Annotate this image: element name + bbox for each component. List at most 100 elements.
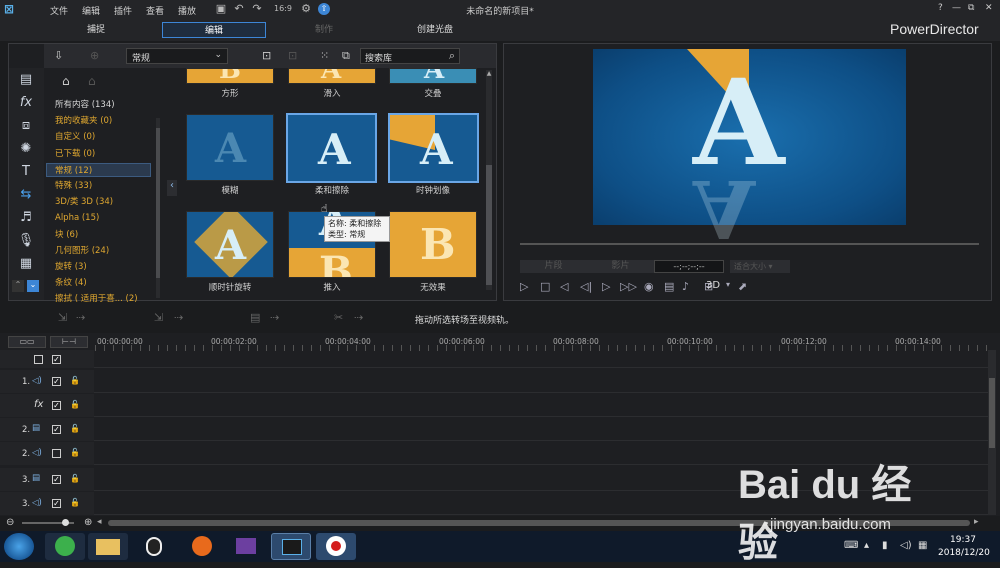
thumb-slide-in[interactable]: A bbox=[288, 68, 376, 84]
category-scrollbar[interactable] bbox=[156, 118, 160, 298]
prev-frame-icon[interactable]: ◁ bbox=[560, 280, 568, 293]
split-icon[interactable]: ✂ bbox=[334, 311, 343, 324]
particle-room-icon[interactable]: ✺ bbox=[17, 140, 35, 158]
thumb-soft-wipe[interactable]: A bbox=[286, 113, 377, 183]
thumb-no-effect[interactable]: B bbox=[389, 211, 477, 278]
category-item[interactable]: 常规 (12) bbox=[46, 162, 151, 177]
timeline-vscroll[interactable] bbox=[988, 350, 996, 515]
track-checkbox[interactable] bbox=[52, 449, 61, 458]
new-item-icon[interactable]: ⊡ bbox=[262, 49, 271, 62]
audio-mixing-icon[interactable]: ♬ bbox=[17, 209, 35, 227]
thumb-square[interactable]: B bbox=[186, 68, 274, 84]
tab-produce[interactable]: 制作 bbox=[280, 22, 368, 38]
thumb-clock-wipe[interactable]: A bbox=[388, 113, 479, 183]
lock-icon[interactable]: 🔓 bbox=[70, 498, 80, 507]
minimize-button[interactable]: — bbox=[952, 3, 961, 13]
save-icon[interactable]: ▣ bbox=[215, 3, 227, 15]
thumb-overlap[interactable]: A bbox=[389, 68, 477, 84]
remove-tag-icon[interactable]: ⌂ bbox=[88, 74, 96, 88]
enable-all-checkbox[interactable]: ✓ bbox=[52, 355, 61, 364]
start-button[interactable] bbox=[4, 533, 34, 560]
lock-icon[interactable]: 🔓 bbox=[70, 400, 80, 409]
trim-icon[interactable]: ⇢ bbox=[354, 311, 363, 324]
track-checkbox[interactable]: ✓ bbox=[52, 425, 61, 434]
category-item[interactable]: 我的收藏夹 (0) bbox=[55, 114, 112, 128]
taskbar-app-recorder[interactable] bbox=[316, 533, 356, 560]
tab-capture[interactable]: 捕捉 bbox=[60, 22, 132, 38]
menu-plugins[interactable]: 插件 bbox=[114, 4, 132, 17]
transition-room-icon[interactable]: ⇆ bbox=[17, 186, 35, 204]
ripple-icon[interactable]: ⇢ bbox=[174, 311, 183, 324]
import-icon[interactable]: ⇩ bbox=[54, 49, 63, 62]
lock-icon[interactable]: 🔓 bbox=[70, 448, 80, 457]
collapse-left-icon[interactable]: ‹ bbox=[167, 180, 177, 196]
export-icon[interactable]: ⊡ bbox=[288, 49, 297, 62]
undock-icon[interactable]: ⬈ bbox=[738, 280, 747, 293]
overwrite-icon[interactable]: ⇢ bbox=[76, 311, 85, 324]
tab-create-disc[interactable]: 创建光盘 bbox=[390, 22, 480, 38]
category-item[interactable]: 块 (6) bbox=[55, 228, 78, 242]
menu-file[interactable]: 文件 bbox=[50, 4, 68, 17]
menu-play[interactable]: 播放 bbox=[178, 4, 196, 17]
select-all-checkbox[interactable] bbox=[34, 355, 43, 364]
media-room-icon[interactable]: ▤ bbox=[17, 71, 35, 89]
lock-icon[interactable]: 🔓 bbox=[70, 376, 80, 385]
search-input[interactable]: 搜索库 ⌕ bbox=[360, 48, 460, 64]
collapse-down-icon[interactable]: ⌄ bbox=[27, 280, 39, 292]
gallery-scrollbar[interactable]: ▲ bbox=[486, 70, 492, 290]
taskbar-app-firefox[interactable] bbox=[182, 533, 222, 560]
category-item[interactable]: 条纹 (4) bbox=[55, 276, 87, 290]
grid-view-icon[interactable]: ⁙ bbox=[320, 49, 329, 62]
menu-view[interactable]: 查看 bbox=[146, 4, 164, 17]
undo-icon[interactable]: ↶ bbox=[233, 3, 245, 15]
aspect-ratio-icon[interactable]: 16:9 bbox=[272, 3, 294, 15]
plugin-icon[interactable]: ⊕ bbox=[90, 49, 99, 62]
crossfade-icon[interactable]: ⇢ bbox=[270, 311, 279, 324]
collapse-up-icon[interactable]: ⌃ bbox=[12, 280, 24, 292]
track-checkbox[interactable]: ✓ bbox=[52, 401, 61, 410]
category-item[interactable]: 已下载 (0) bbox=[55, 147, 95, 161]
detach-icon[interactable]: ⧉ bbox=[342, 49, 350, 63]
clock-time[interactable]: 19:37 bbox=[950, 535, 976, 545]
thumb-blur[interactable]: A bbox=[186, 114, 274, 181]
chapter-room-icon[interactable]: ▦ bbox=[17, 255, 35, 273]
tab-edit[interactable]: 编辑 bbox=[162, 22, 266, 38]
timeline-view-button[interactable]: ⊢⊣ bbox=[50, 336, 88, 348]
zoom-slider-thumb[interactable] bbox=[62, 519, 69, 526]
settings-icon[interactable]: ⚙ bbox=[300, 3, 312, 15]
clip-mode-button[interactable]: 片段 bbox=[520, 260, 587, 273]
add-tag-icon[interactable]: ⌂ bbox=[62, 74, 70, 88]
category-item[interactable]: 3D/类 3D (34) bbox=[55, 195, 113, 209]
taskbar-app-editor[interactable] bbox=[226, 533, 266, 560]
track-checkbox[interactable]: ✓ bbox=[52, 499, 61, 508]
category-item[interactable]: Alpha (15) bbox=[55, 211, 99, 225]
snapshot-icon[interactable]: ◉ bbox=[644, 280, 654, 293]
mode-3d-button[interactable]: 3D bbox=[706, 280, 720, 291]
scroll-left-icon[interactable]: ◂ bbox=[97, 517, 102, 527]
prev-icon[interactable]: ◁| bbox=[580, 280, 592, 293]
zoom-out-icon[interactable]: ⊖ bbox=[6, 517, 14, 528]
voice-over-icon[interactable]: 🎙 bbox=[17, 232, 35, 250]
pip-room-icon[interactable]: ⧈ bbox=[17, 117, 35, 135]
taskbar-app-powerdirector[interactable] bbox=[271, 533, 311, 560]
category-dropdown[interactable]: 常规 ⌄ bbox=[126, 48, 228, 64]
taskbar-app-explorer[interactable] bbox=[88, 533, 128, 560]
taskbar-app-browser[interactable] bbox=[45, 533, 85, 560]
lock-icon[interactable]: 🔓 bbox=[70, 474, 80, 483]
play-icon[interactable]: ▷ bbox=[520, 280, 528, 293]
taskbar-app-qq[interactable] bbox=[134, 533, 174, 560]
volume-icon[interactable]: ♪ bbox=[682, 280, 689, 293]
category-item[interactable]: 自定义 (0) bbox=[55, 130, 95, 144]
stop-icon[interactable]: □ bbox=[540, 280, 550, 293]
thumb-clockwise-rotate[interactable]: A bbox=[186, 211, 274, 278]
subtitle-icon[interactable]: ▤ bbox=[664, 280, 674, 293]
category-item[interactable]: 所有内容 (134) bbox=[55, 98, 115, 112]
effects-room-icon[interactable]: fx bbox=[17, 94, 35, 112]
restore-button[interactable]: ⧉ bbox=[968, 3, 974, 13]
category-item[interactable]: 几何图形 (24) bbox=[55, 244, 109, 258]
replace-icon[interactable]: ▤ bbox=[250, 311, 260, 324]
lock-icon[interactable]: 🔓 bbox=[70, 424, 80, 433]
insert-icon[interactable]: ⇲ bbox=[154, 311, 163, 324]
upgrade-icon[interactable]: ⇧ bbox=[318, 3, 330, 15]
close-button[interactable]: ✕ bbox=[985, 3, 993, 13]
